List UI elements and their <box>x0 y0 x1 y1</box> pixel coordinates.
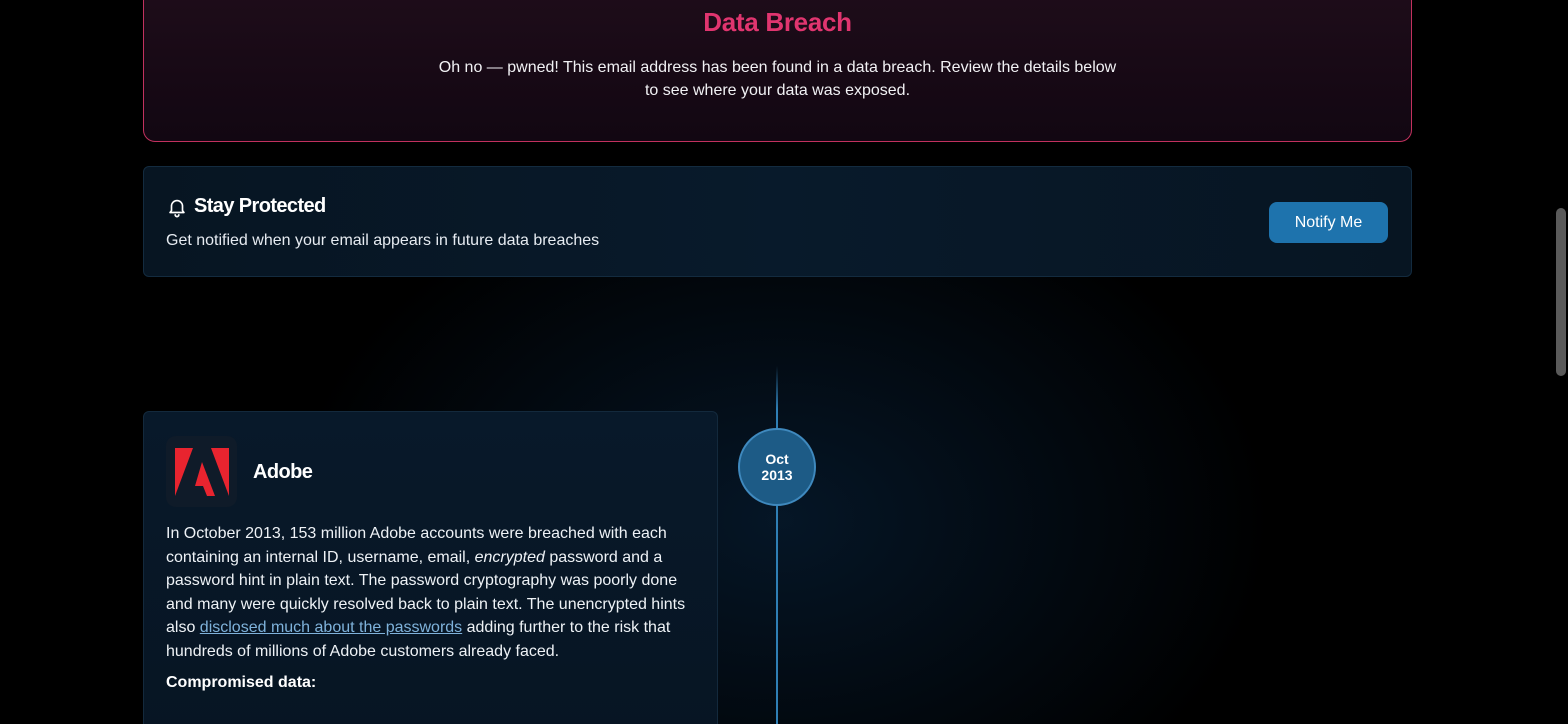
notify-me-button[interactable]: Notify Me <box>1269 202 1388 243</box>
breach-alert-title: Data Breach <box>703 7 852 37</box>
timeline-date-badge: Oct 2013 <box>738 428 816 506</box>
breach-text-emphasis: encrypted <box>474 548 545 566</box>
breach-logo <box>166 436 237 507</box>
breach-company-name: Adobe <box>253 461 313 483</box>
stay-protected-header: Stay Protected <box>166 195 326 218</box>
stay-protected-subtitle: Get notified when your email appears in … <box>166 232 600 249</box>
timeline-year: 2013 <box>761 467 793 483</box>
breach-alert-banner: Data Breach Oh no — pwned! This email ad… <box>143 0 1412 142</box>
timeline-line <box>776 366 778 724</box>
adobe-logo <box>174 447 229 496</box>
page: Data Breach Oh no — pwned! This email ad… <box>0 0 1568 724</box>
bell-icon <box>166 196 188 218</box>
scrollbar-thumb[interactable] <box>1556 208 1566 376</box>
stay-protected-card: Stay Protected Get notified when your em… <box>143 166 1412 277</box>
breach-description: In October 2013, 153 million Adobe accou… <box>166 522 706 664</box>
breach-alert-description: Oh no — pwned! This email address has be… <box>438 59 1117 99</box>
scrollbar-track[interactable] <box>1553 0 1568 724</box>
timeline-month: Oct <box>765 451 789 467</box>
compromised-data-label: Compromised data: <box>166 674 317 691</box>
breach-card-adobe: Adobe In October 2013, 153 million Adobe… <box>143 411 718 724</box>
stay-protected-title: Stay Protected <box>194 195 326 217</box>
passwords-disclosure-link[interactable]: disclosed much about the passwords <box>200 619 462 636</box>
